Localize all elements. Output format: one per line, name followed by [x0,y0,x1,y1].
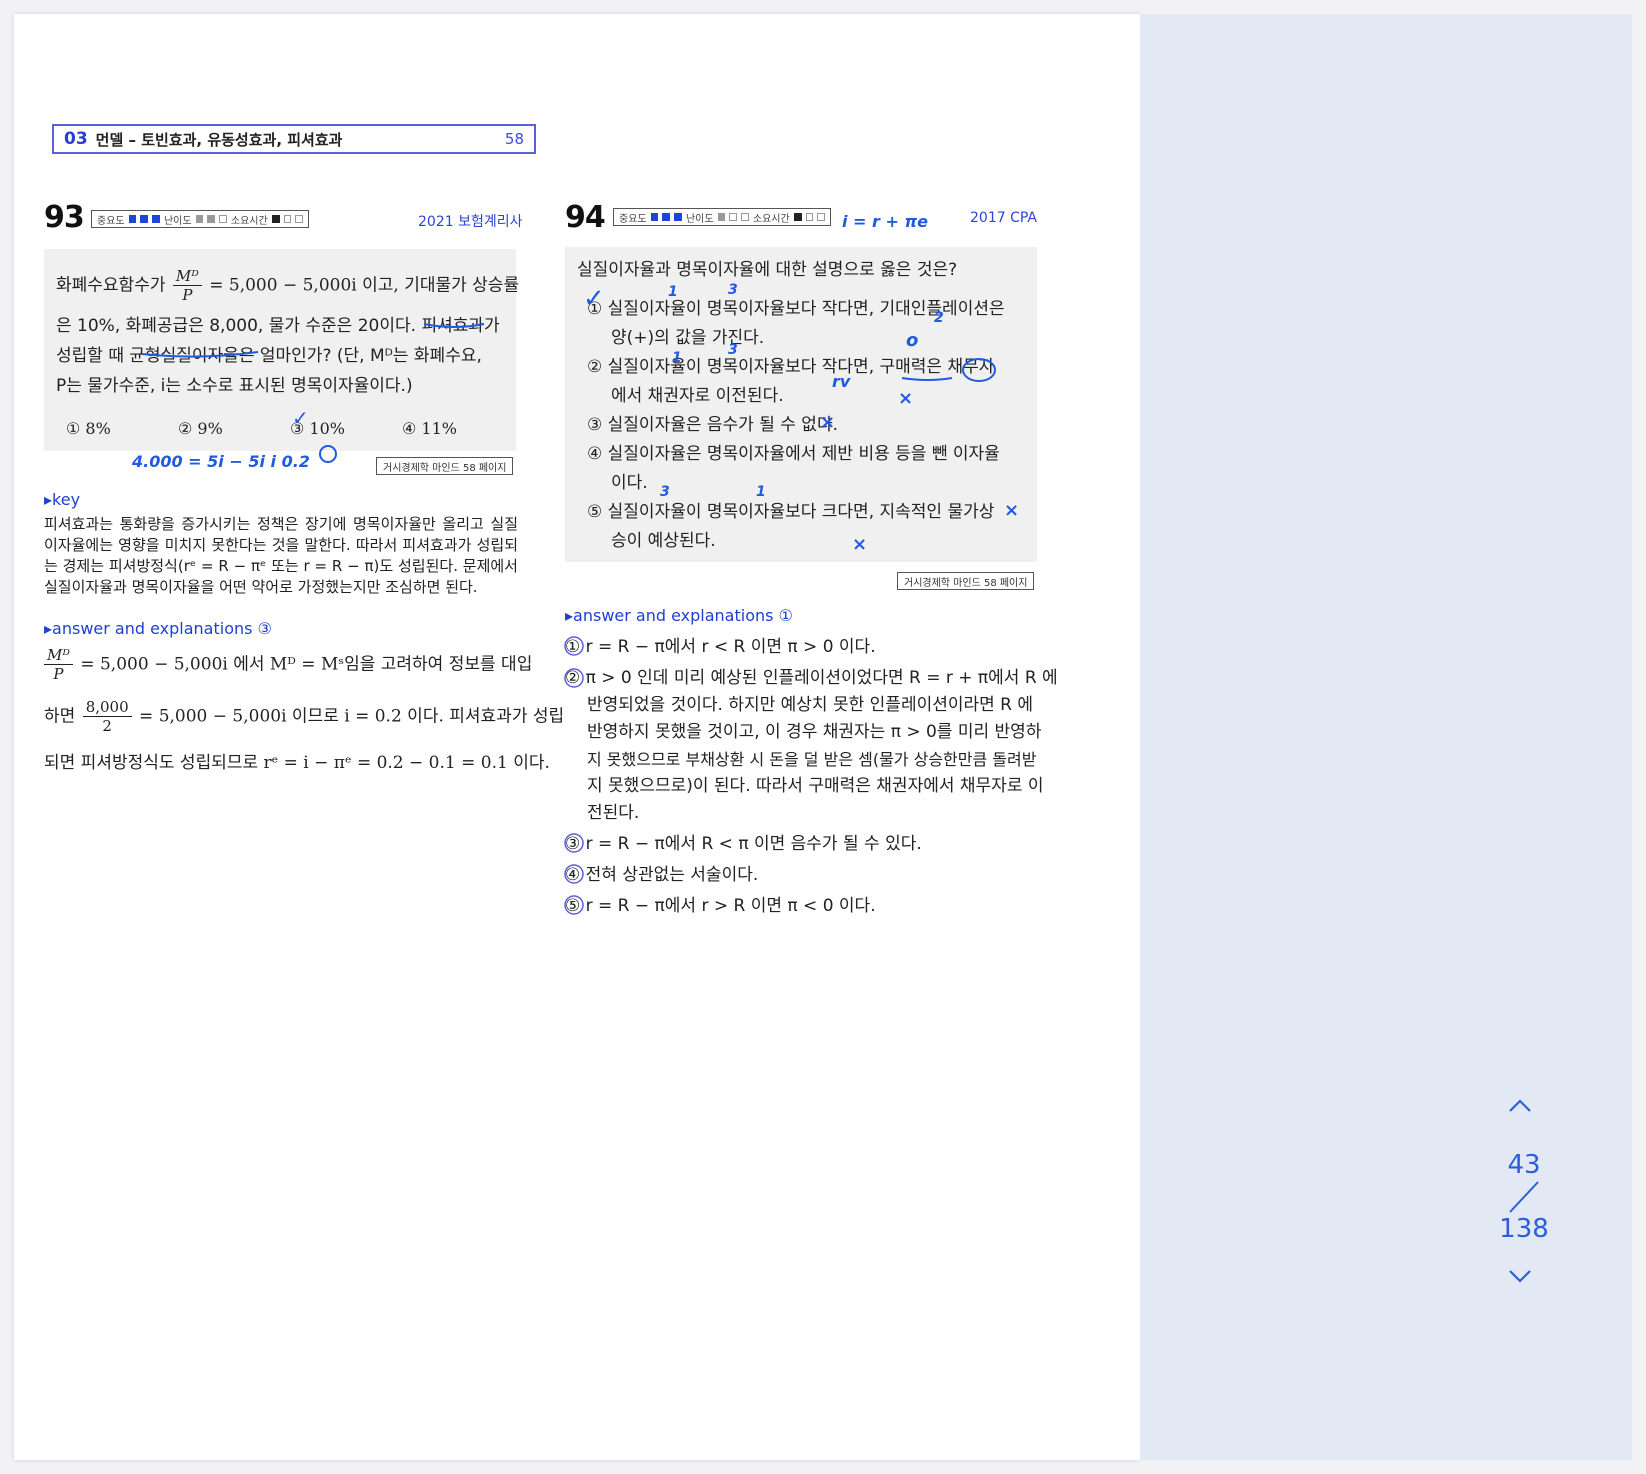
side-panel [1140,14,1632,1460]
document-page: 03 먼델 – 토빈효과, 유동성효과, 피셔효과 58 93 중요도 난이도 … [14,14,1140,1460]
current-page: 43 [1507,1150,1541,1180]
page-divider-slash [1509,1181,1539,1213]
chevron-down-icon[interactable] [1508,1264,1532,1288]
ink-strokes [141,323,996,915]
total-pages: 138 [1499,1214,1549,1244]
chevron-up-icon[interactable] [1508,1094,1532,1118]
page-indicator: 43 138 [1492,1150,1556,1244]
